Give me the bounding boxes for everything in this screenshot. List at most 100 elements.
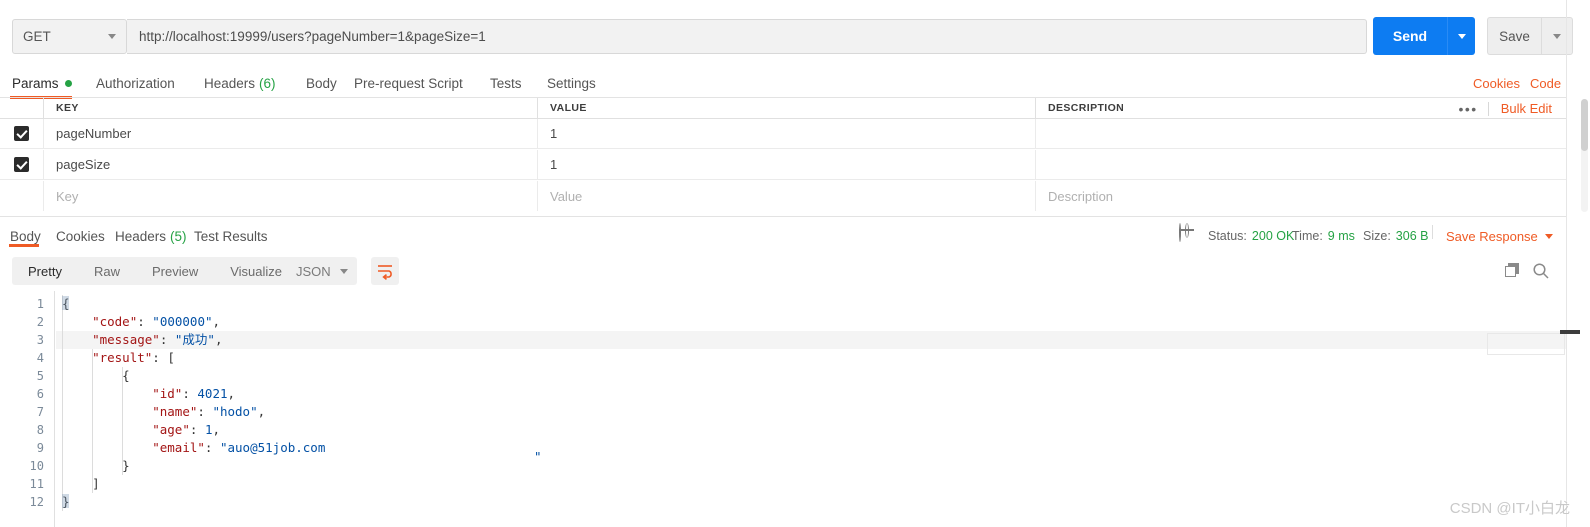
view-mode-preview[interactable]: Preview: [136, 257, 214, 285]
wrap-lines-button[interactable]: [371, 257, 399, 285]
response-tab-headers[interactable]: Headers (5): [115, 221, 187, 251]
time-badge: Time: 9 ms: [1292, 221, 1355, 251]
response-format-select[interactable]: JSON: [287, 257, 357, 285]
save-response-button[interactable]: Save Response: [1446, 221, 1553, 251]
cookies-link[interactable]: Cookies: [1473, 68, 1520, 98]
chevron-down-icon: [340, 268, 348, 274]
code-link[interactable]: Code: [1530, 68, 1561, 98]
editor-active-line: [56, 331, 1566, 349]
editor-line-number: 4: [36, 351, 44, 365]
time-label: Time:: [1292, 229, 1323, 243]
table-row-empty[interactable]: Key Value Description: [0, 181, 1566, 211]
header-description-cell: DESCRIPTION ••• Bulk Edit: [1036, 98, 1566, 118]
editor-line-number: 6: [36, 387, 44, 401]
send-button[interactable]: Send: [1373, 17, 1447, 55]
row-value-cell[interactable]: 1: [538, 119, 1036, 148]
editor-code-line: "id": 4021,: [152, 386, 236, 401]
send-options-button[interactable]: [1447, 17, 1475, 55]
row-description-cell[interactable]: [1036, 150, 1566, 179]
new-description-input[interactable]: Description: [1036, 181, 1566, 211]
url-input[interactable]: http://localhost:19999/users?pageNumber=…: [127, 19, 1367, 54]
row-checkbox[interactable]: [14, 126, 29, 141]
response-tab-body-underline: [9, 244, 39, 247]
editor-line-number: 9: [36, 441, 44, 455]
editor-scrollbar-thumb[interactable]: [1560, 330, 1580, 334]
tab-params-label: Params: [12, 75, 59, 91]
row-value-value: 1: [550, 126, 558, 141]
table-row[interactable]: pageNumber 1: [0, 119, 1566, 149]
bulk-edit-link[interactable]: Bulk Edit: [1489, 101, 1566, 116]
size-badge: Size: 306 B: [1363, 221, 1428, 251]
editor-code-line: "age": 1,: [152, 422, 220, 437]
http-method-select[interactable]: GET: [12, 19, 127, 54]
row-checkbox[interactable]: [14, 157, 29, 172]
new-key-placeholder: Key: [56, 188, 79, 204]
row-key-value: pageNumber: [56, 126, 132, 141]
row-checkbox-cell: [0, 119, 44, 148]
row-description-cell[interactable]: [1036, 119, 1566, 148]
row-key-cell[interactable]: pageSize: [44, 150, 538, 179]
tab-settings[interactable]: Settings: [547, 68, 596, 98]
status-badge: Status: 200 OK: [1208, 221, 1294, 251]
header-checkbox-cell: [0, 98, 44, 118]
time-value: 9 ms: [1327, 229, 1355, 243]
response-tab-cookies[interactable]: Cookies: [56, 221, 105, 251]
tab-authorization[interactable]: Authorization: [96, 68, 175, 98]
postman-window: GET http://localhost:19999/users?pageNum…: [0, 0, 1590, 527]
editor-code-line: "name": "hodo",: [152, 404, 266, 419]
params-scrollbar[interactable]: [1581, 99, 1588, 212]
params-header-actions: ••• Bulk Edit: [1448, 98, 1566, 119]
search-icon[interactable]: [1532, 262, 1550, 285]
response-tab-body[interactable]: Body: [10, 221, 41, 251]
editor-brace-match-highlight: [62, 296, 69, 310]
view-mode-visualize[interactable]: Visualize: [214, 257, 298, 285]
copy-icon[interactable]: [1505, 263, 1520, 278]
response-tab-test-results[interactable]: Test Results: [194, 221, 268, 251]
editor-code-line: "result": [: [92, 350, 175, 365]
new-key-input[interactable]: Key: [44, 181, 538, 211]
http-method-value: GET: [23, 29, 51, 44]
header-value-cell: VALUE: [538, 98, 1036, 118]
editor-line-gutter: 1 2 3 4 5 6 7 8 9 10 11 12: [0, 291, 55, 527]
more-options-icon[interactable]: •••: [1448, 101, 1487, 117]
editor-code-line: "code": "000000",: [92, 314, 221, 329]
new-description-placeholder: Description: [1048, 188, 1114, 204]
tab-tests[interactable]: Tests: [490, 68, 522, 98]
chevron-down-icon: [1544, 233, 1553, 239]
row-key-cell[interactable]: pageNumber: [44, 119, 538, 148]
tab-params[interactable]: Params: [12, 68, 72, 98]
save-options-button[interactable]: [1541, 17, 1573, 55]
response-tab-body-label: Body: [10, 228, 41, 244]
editor-line-number: 2: [36, 315, 44, 329]
row-value-cell[interactable]: 1: [538, 150, 1036, 179]
editor-wrapped-string-tail: ": [534, 449, 542, 464]
response-body-editor[interactable]: 1 2 3 4 5 6 7 8 9 10 11 12 {"code": "000000", "messa…: [0, 291, 1566, 527]
globe-icon: [1179, 223, 1181, 242]
tab-pre-request-script[interactable]: Pre-request Script: [354, 68, 463, 98]
editor-line-number: 5: [36, 369, 44, 383]
save-button[interactable]: Save: [1487, 17, 1541, 55]
tab-body[interactable]: Body: [306, 68, 337, 98]
status-label: Status:: [1208, 229, 1247, 243]
header-description-label: DESCRIPTION: [1048, 102, 1125, 114]
new-value-input[interactable]: Value: [538, 181, 1036, 211]
watermark: CSDN @IT小白龙: [1449, 500, 1570, 517]
view-mode-pretty[interactable]: Pretty: [12, 257, 78, 285]
params-active-dot-icon: [64, 79, 72, 87]
editor-inline-box: [1487, 333, 1565, 355]
response-tab-cookies-label: Cookies: [56, 228, 105, 244]
table-row[interactable]: pageSize 1: [0, 150, 1566, 180]
response-view-toolbar: Pretty Raw Preview Visualize JSON: [0, 255, 1590, 291]
editor-line-number: 11: [29, 477, 44, 491]
params-table: KEY VALUE DESCRIPTION ••• Bulk Edit page…: [0, 97, 1566, 214]
editor-indent-guide: [62, 295, 63, 511]
divider: [1432, 225, 1433, 239]
size-label: Size:: [1363, 229, 1391, 243]
editor-code-line: "email": "auo@51job.com: [152, 440, 326, 455]
editor-indent-guide: [122, 367, 123, 475]
chevron-down-icon: [1457, 33, 1466, 39]
view-mode-raw[interactable]: Raw: [78, 257, 136, 285]
status-value: 200 OK: [1251, 229, 1295, 243]
tab-headers[interactable]: Headers (6): [204, 68, 276, 98]
params-scrollbar-thumb[interactable]: [1581, 99, 1588, 151]
